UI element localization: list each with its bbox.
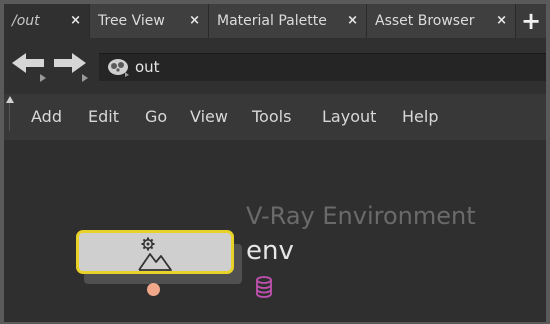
menu-edit[interactable]: Edit	[88, 107, 119, 126]
menu-bar: Add Edit Go View Tools Layout Help	[4, 94, 546, 140]
menu-add[interactable]: Add	[31, 107, 62, 126]
tab-label: Asset Browser	[375, 13, 475, 29]
tab-close-icon[interactable]: ×	[70, 13, 81, 28]
tab-material-palette[interactable]: Material Palette ×	[209, 4, 367, 38]
back-arrow-icon[interactable]	[10, 50, 50, 84]
menu-view[interactable]: View	[190, 107, 228, 126]
network-path-field[interactable]: out	[99, 53, 546, 81]
tab-close-icon[interactable]: ×	[189, 13, 200, 28]
pane-tab-bar: /out × Tree View × Material Palette × As…	[4, 4, 546, 38]
environment-mountain-gear-icon	[138, 237, 172, 271]
tab-label: Material Palette	[217, 13, 327, 29]
vray-environment-node[interactable]	[76, 230, 234, 274]
network-canvas[interactable]: V-Ray Environment env	[4, 140, 546, 322]
tab-label: Tree View	[98, 13, 165, 29]
tab-close-icon[interactable]: ×	[347, 13, 358, 28]
output-connector[interactable]	[147, 283, 160, 296]
menu-layout[interactable]: Layout	[322, 107, 376, 126]
rop-context-icon[interactable]	[107, 57, 131, 77]
menu-tools[interactable]: Tools	[252, 107, 291, 126]
node-name-label[interactable]: env	[246, 236, 294, 266]
collapse-toolbar-icon[interactable]	[6, 96, 14, 103]
forward-arrow-icon[interactable]	[52, 50, 92, 84]
database-icon[interactable]	[254, 276, 274, 298]
node-type-label: V-Ray Environment	[246, 202, 476, 230]
tab-asset-browser[interactable]: Asset Browser ×	[367, 4, 516, 38]
tab-tree-view[interactable]: Tree View ×	[90, 4, 209, 38]
path-bar: out	[4, 38, 546, 94]
tab-out[interactable]: /out ×	[4, 4, 90, 38]
menu-help[interactable]: Help	[402, 107, 438, 126]
menu-go[interactable]: Go	[145, 107, 167, 126]
divider	[9, 103, 10, 131]
network-editor-pane: /out × Tree View × Material Palette × As…	[4, 4, 546, 322]
add-tab-plus-icon[interactable]: +	[516, 4, 546, 38]
tab-close-icon[interactable]: ×	[496, 13, 507, 28]
tab-label: /out	[12, 13, 40, 29]
path-value: out	[135, 58, 160, 76]
